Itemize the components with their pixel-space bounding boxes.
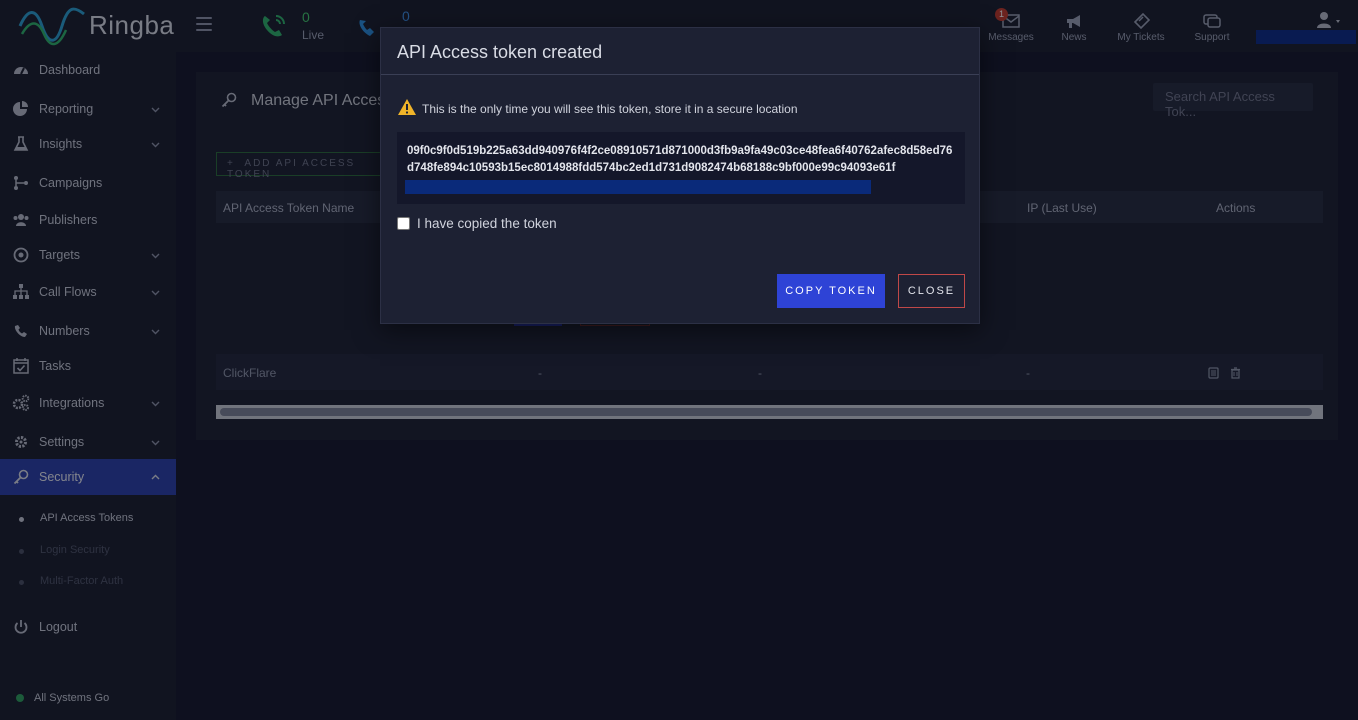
warning-text: This is the only time you will see this … xyxy=(422,102,798,116)
checkbox[interactable] xyxy=(397,217,410,230)
token-value[interactable]: 09f0c9f0d519b225a63dd940976f4f2ce0891057… xyxy=(407,143,959,177)
divider xyxy=(381,74,979,75)
copied-token-checkbox[interactable]: I have copied the token xyxy=(397,216,557,231)
token-box[interactable]: 09f0c9f0d519b225a63dd940976f4f2ce0891057… xyxy=(397,132,965,204)
modal-title: API Access token created xyxy=(397,42,603,62)
close-button[interactable]: CLOSE xyxy=(898,274,965,308)
copy-token-button[interactable]: COPY TOKEN xyxy=(777,274,885,308)
checkbox-label[interactable]: I have copied the token xyxy=(417,216,557,231)
token-created-modal: API Access token created This is the onl… xyxy=(380,27,980,324)
text-selection-highlight xyxy=(405,180,871,194)
warning-icon xyxy=(398,99,416,115)
